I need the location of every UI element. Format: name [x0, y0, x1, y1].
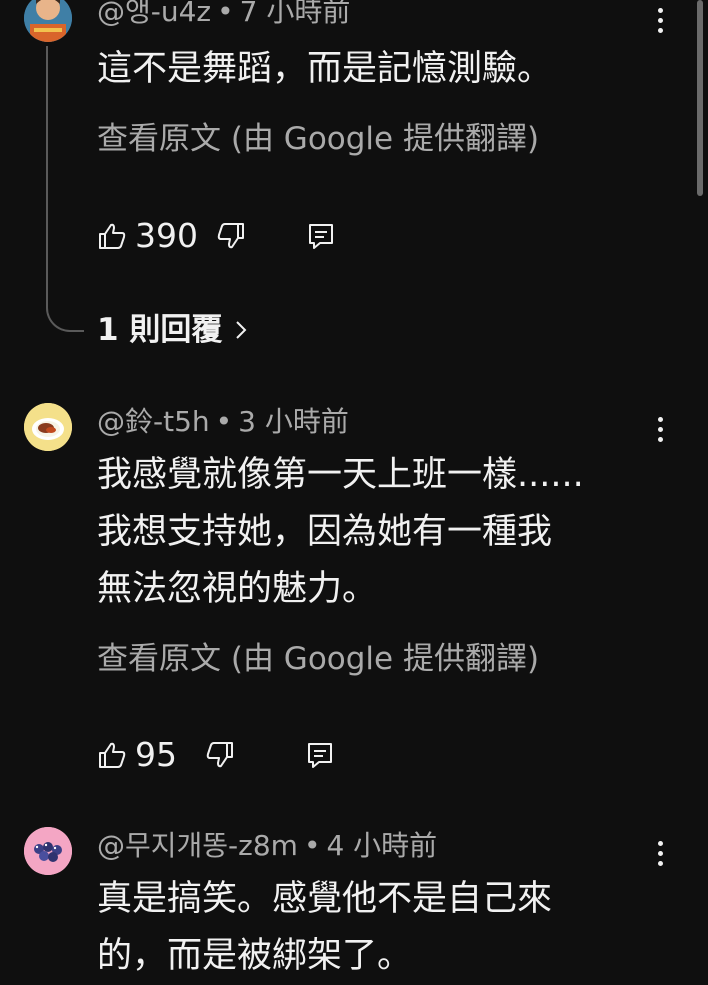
comment-line: 無法忽視的魅力。	[97, 569, 378, 609]
comment-author-line: @무지개똥-z8m • 4 小時前	[97, 830, 437, 862]
thumbs-down-icon[interactable]	[205, 740, 235, 770]
comment-actions: 95	[97, 735, 335, 775]
comment-time[interactable]: 3 小時前	[238, 405, 349, 438]
chevron-right-icon	[236, 321, 247, 339]
author-handle[interactable]: @鈴-t5h	[97, 405, 210, 438]
avatar-berries-icon	[24, 827, 72, 875]
avatar-food-plate-icon	[24, 403, 72, 451]
more-vert-icon[interactable]	[650, 417, 670, 447]
comment-time[interactable]: 7 小時前	[240, 0, 351, 28]
avatar[interactable]	[24, 403, 72, 451]
author-handle[interactable]: @무지개똥-z8m	[97, 829, 298, 862]
like-count: 95	[135, 735, 177, 774]
thumbs-down-icon[interactable]	[216, 221, 246, 251]
see-original-link[interactable]: 查看原文 (由 Google 提供翻譯)	[97, 121, 539, 157]
comment-author-line: @앵-u4z • 7 小時前	[97, 0, 350, 28]
thumbs-up-icon	[99, 742, 126, 768]
separator-dot: •	[217, 0, 234, 28]
reply-icon[interactable]	[306, 221, 336, 251]
comment-line: 我想支持她，因為她有一種我	[97, 512, 553, 552]
comment-text: 真是搞笑。感覺他不是自己來 的，而是被綁架了。	[97, 871, 552, 985]
comment-line: 真是搞笑。感覺他不是自己來	[97, 879, 553, 919]
separator-dot: •	[215, 405, 233, 438]
scrollbar[interactable]	[697, 0, 703, 196]
separator-dot: •	[303, 829, 321, 862]
thread-line	[46, 46, 84, 332]
like-button[interactable]: 390	[97, 216, 198, 256]
avatar[interactable]	[24, 827, 72, 875]
comment-line: 我感覺就像第一天上班一樣......	[97, 455, 584, 495]
replies-toggle[interactable]: 1 則回覆	[97, 308, 248, 352]
avatar[interactable]	[24, 0, 72, 42]
comment-text: 這不是舞蹈，而是記憶測驗。	[97, 41, 552, 98]
comment-author-line: @鈴-t5h • 3 小時前	[97, 406, 349, 438]
comment-time[interactable]: 4 小時前	[326, 829, 437, 862]
avatar-cartoon-icon	[24, 0, 72, 42]
comment-line: 的，而是被綁架了。	[97, 936, 413, 976]
like-button[interactable]: 95	[97, 735, 177, 775]
comment-actions: 390	[97, 216, 336, 256]
replies-label: 1 則回覆	[97, 312, 223, 348]
thumbs-up-icon	[99, 223, 126, 249]
comment-text: 我感覺就像第一天上班一樣...... 我想支持她，因為她有一種我 無法忽視的魅力…	[97, 447, 584, 618]
more-vert-icon[interactable]	[650, 8, 670, 38]
reply-icon[interactable]	[305, 740, 335, 770]
see-original-link[interactable]: 查看原文 (由 Google 提供翻譯)	[97, 641, 539, 677]
like-count: 390	[135, 216, 198, 255]
author-handle[interactable]: @앵-u4z	[97, 0, 211, 28]
more-vert-icon[interactable]	[650, 841, 670, 871]
comment-line: 這不是舞蹈，而是記憶測驗。	[97, 49, 553, 89]
